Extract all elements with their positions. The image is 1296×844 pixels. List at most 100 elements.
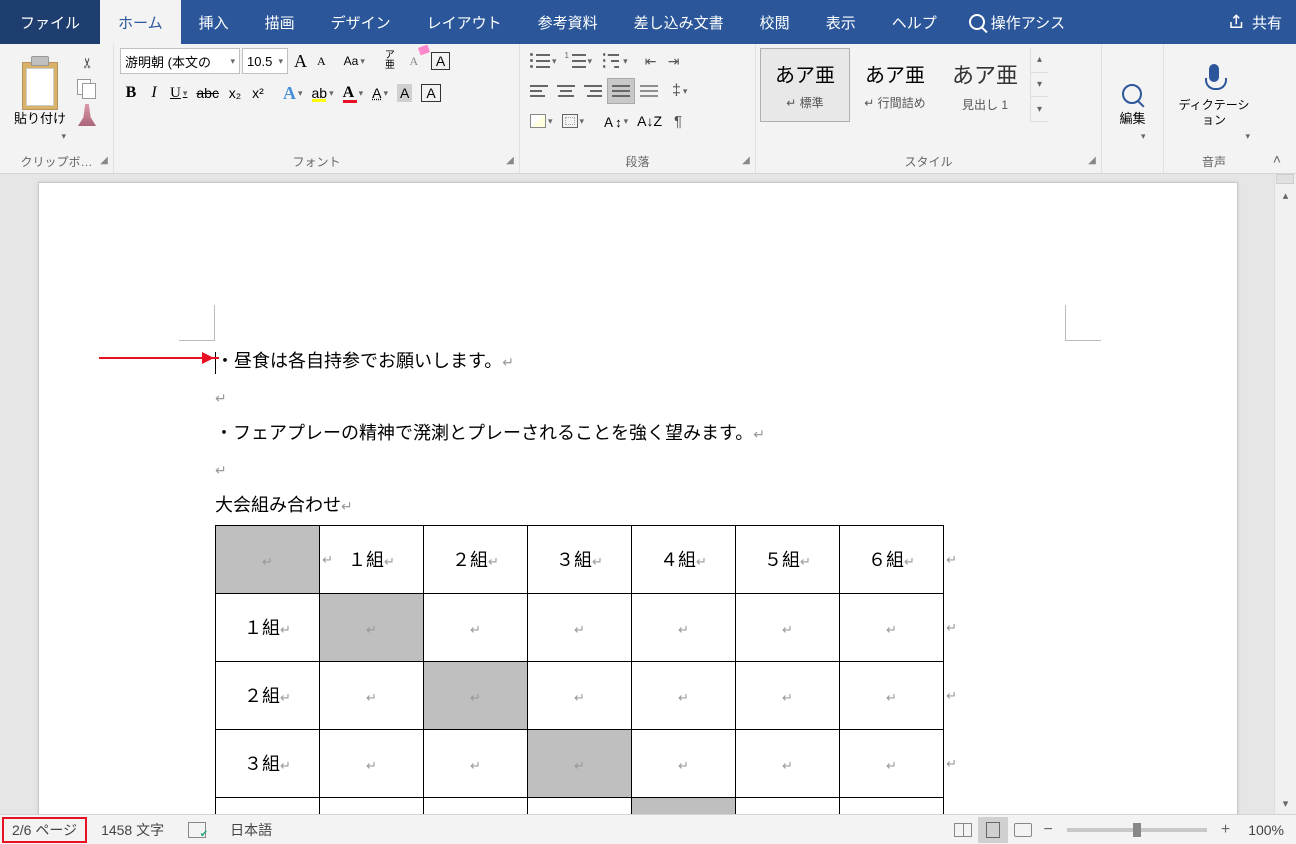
split-box[interactable] xyxy=(1276,174,1294,184)
font-name-combo[interactable]: 游明朝 (本文の▾ xyxy=(120,48,240,74)
text-effects-button[interactable]: A▾ xyxy=(279,80,307,106)
change-case-button[interactable]: Aa▾ xyxy=(340,48,369,74)
grow-font-button[interactable]: A xyxy=(290,51,311,72)
language-status[interactable]: 日本語 xyxy=(218,815,284,844)
styles-scroll-up[interactable]: ▴ xyxy=(1031,48,1048,73)
font-size-combo[interactable]: 10.5▾ xyxy=(242,48,288,74)
tab-layout[interactable]: レイアウト xyxy=(409,0,520,44)
table-cell[interactable]: ↵ xyxy=(528,662,632,730)
table-cell[interactable]: ２組↵ xyxy=(424,526,528,594)
font-color-button[interactable]: A▾ xyxy=(339,80,368,106)
table-cell[interactable]: ４組↵ xyxy=(632,526,736,594)
tell-me[interactable]: 操作アシス xyxy=(955,0,1079,44)
character-border-button[interactable]: A xyxy=(417,80,444,106)
tab-file[interactable]: ファイル xyxy=(0,0,100,44)
subscript-button[interactable]: x₂ xyxy=(224,80,246,106)
table-cell[interactable] xyxy=(216,798,320,815)
table-cell[interactable]: ↵↵ xyxy=(840,730,944,798)
line-spacing-button[interactable]: ‡▾ xyxy=(668,78,691,104)
table-cell[interactable]: ６組↵↵ xyxy=(840,526,944,594)
print-layout-button[interactable] xyxy=(978,817,1008,843)
decrease-indent-button[interactable]: ⇤ xyxy=(640,48,662,74)
zoom-slider-thumb[interactable] xyxy=(1133,823,1141,837)
table-cell[interactable]: ↵ xyxy=(632,594,736,662)
document-area[interactable]: ・昼食は各自持参でお願いします。↵ ↵ ・フェアプレーの精神で溌溂とプレーされる… xyxy=(0,174,1274,814)
show-hide-button[interactable]: ¶ xyxy=(667,108,689,134)
distributed-button[interactable] xyxy=(636,78,662,104)
table-cell[interactable]: ↵↵ xyxy=(840,662,944,730)
table-cell[interactable] xyxy=(528,798,632,815)
underline-button[interactable]: U▾ xyxy=(166,80,191,106)
styles-expand[interactable]: ▾ xyxy=(1031,97,1048,122)
increase-indent-button[interactable]: ⇥ xyxy=(663,48,685,74)
styles-scroll-down[interactable]: ▾ xyxy=(1031,73,1048,98)
character-emphasis-button[interactable]: A▾ xyxy=(368,80,392,106)
borders-button[interactable]: ▾ xyxy=(558,108,589,134)
phonetic-guide-button[interactable]: ア亜 xyxy=(379,48,401,74)
style-no-spacing[interactable]: あア亜 ↵ 行間詰め xyxy=(850,48,940,122)
table-cell[interactable]: １組↵ xyxy=(216,594,320,662)
share-button[interactable]: 共有 xyxy=(1214,0,1296,44)
editing-button[interactable]: 編集 ▾ xyxy=(1111,48,1153,146)
clipboard-dialog-launcher[interactable]: ◢ xyxy=(97,155,111,169)
table-cell[interactable]: ↵↵ xyxy=(840,594,944,662)
align-right-button[interactable] xyxy=(580,78,606,104)
word-count-status[interactable]: 1458 文字 xyxy=(89,815,176,844)
page-number-status[interactable]: 2/6 ページ xyxy=(2,817,87,843)
table-cell[interactable]: ↵ xyxy=(320,662,424,730)
superscript-button[interactable]: x² xyxy=(247,80,269,106)
shading-button[interactable]: ▾ xyxy=(526,108,557,134)
table-cell[interactable] xyxy=(736,798,840,815)
zoom-level[interactable]: 100% xyxy=(1236,815,1296,844)
table-cell[interactable]: ↵ xyxy=(320,594,424,662)
page-content[interactable]: ・昼食は各自持参でお願いします。↵ ↵ ・フェアプレーの精神で溌溂とプレーされる… xyxy=(39,183,1237,814)
text-direction-button[interactable]: Ａ↕▾ xyxy=(598,108,632,134)
bullets-button[interactable]: ▾ xyxy=(526,48,561,74)
tab-view[interactable]: 表示 xyxy=(808,0,874,44)
tab-references[interactable]: 参考資料 xyxy=(520,0,616,44)
bold-button[interactable]: B xyxy=(120,80,142,106)
table-cell[interactable]: ↵ xyxy=(424,594,528,662)
table-cell[interactable]: ↵ xyxy=(528,594,632,662)
scroll-track[interactable] xyxy=(1278,194,1293,794)
enclose-characters-button[interactable]: A xyxy=(427,48,454,74)
table-cell[interactable]: ３組↵ xyxy=(216,730,320,798)
table-cell[interactable] xyxy=(320,798,424,815)
copy-button[interactable] xyxy=(76,78,98,100)
table-cell[interactable]: ３組↵ xyxy=(528,526,632,594)
tab-draw[interactable]: 描画 xyxy=(247,0,313,44)
scroll-down-button[interactable]: ▾ xyxy=(1275,794,1296,814)
table-cell[interactable]: ↵ xyxy=(736,662,840,730)
sort-button[interactable]: A↓Z xyxy=(633,108,666,134)
tab-help[interactable]: ヘルプ xyxy=(874,0,955,44)
align-center-button[interactable] xyxy=(553,78,579,104)
multilevel-list-button[interactable]: ▾ xyxy=(597,48,632,74)
format-painter-button[interactable] xyxy=(76,104,98,126)
table-cell[interactable]: ↵ xyxy=(632,662,736,730)
tab-insert[interactable]: 挿入 xyxy=(181,0,247,44)
character-shading-button[interactable]: A xyxy=(393,80,416,106)
tab-home[interactable]: ホーム xyxy=(100,0,181,44)
clear-formatting-button[interactable]: A xyxy=(403,48,425,74)
table-cell[interactable]: ↵↵ xyxy=(216,526,320,594)
table-cell[interactable]: ↵ xyxy=(736,594,840,662)
paragraph-dialog-launcher[interactable]: ◢ xyxy=(739,155,753,169)
table-cell[interactable]: ↵ xyxy=(424,662,528,730)
zoom-slider[interactable] xyxy=(1067,828,1207,832)
style-heading1[interactable]: あア亜 見出し 1 xyxy=(940,48,1030,122)
align-left-button[interactable] xyxy=(526,78,552,104)
table-cell[interactable]: １組↵ xyxy=(320,526,424,594)
highlight-button[interactable]: ab▾ xyxy=(307,80,337,106)
table-cell[interactable] xyxy=(424,798,528,815)
numbering-button[interactable]: ▾ xyxy=(562,48,597,74)
styles-dialog-launcher[interactable]: ◢ xyxy=(1085,155,1099,169)
collapse-ribbon-button[interactable]: ˄ xyxy=(1264,44,1290,173)
zoom-in-button[interactable]: + xyxy=(1215,821,1236,839)
font-dialog-launcher[interactable]: ◢ xyxy=(503,155,517,169)
web-layout-button[interactable] xyxy=(1008,817,1038,843)
tab-mailings[interactable]: 差し込み文書 xyxy=(616,0,742,44)
dictate-button[interactable]: ディクテーション ▾ xyxy=(1170,48,1258,146)
table-cell[interactable] xyxy=(632,798,736,815)
paste-button[interactable]: 貼り付け ▾ xyxy=(6,48,74,146)
tab-review[interactable]: 校閲 xyxy=(742,0,808,44)
